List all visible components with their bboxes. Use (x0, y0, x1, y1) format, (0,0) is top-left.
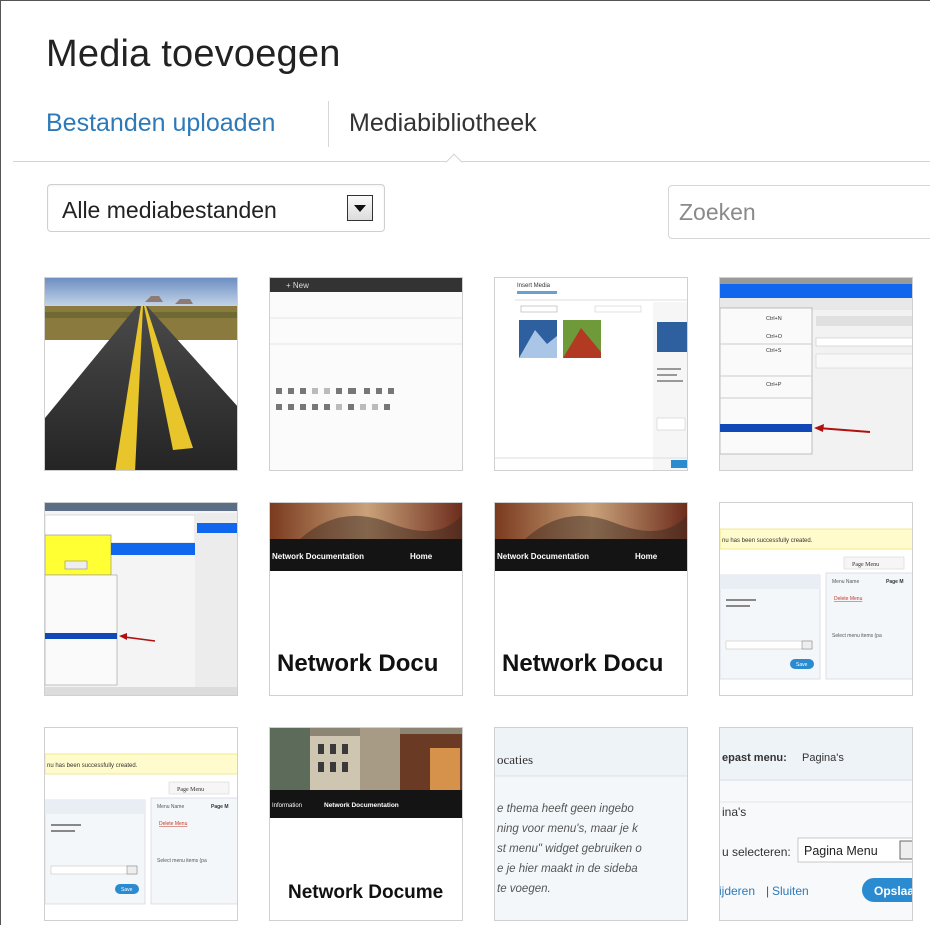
tab-media-library[interactable]: Mediabibliotheek (349, 109, 537, 138)
thumb-text: e thema heeft geen ingebo (497, 803, 634, 815)
thumb-text: Ctrl+S (766, 348, 782, 354)
attachment-thumbnail-website-1[interactable]: Network Documentation Home Network Docu (269, 502, 463, 696)
thumb-nav-text: Network Documentation (324, 802, 399, 809)
thumb-text: e je hier maakt in de sideba (497, 863, 638, 875)
chevron-down-icon[interactable] (347, 195, 373, 221)
thumb-text: Page Menu (177, 787, 204, 793)
thumb-heading: Network Docume (288, 882, 443, 903)
attachment-thumbnail-menus-1[interactable]: nu has been successfully created. Page M… (719, 502, 913, 696)
media-filter-select[interactable]: Alle mediabestanden (47, 184, 385, 232)
attachment-thumbnail-dialog[interactable] (44, 502, 238, 696)
active-tab-caret (445, 153, 463, 171)
search-input[interactable] (668, 185, 930, 239)
thumb-text: Select menu items (pa (157, 858, 207, 864)
thumb-nav-text: Home (635, 552, 658, 561)
thumb-text: nu has been successfully created. (722, 538, 813, 544)
attachment-thumbnail-locations[interactable]: ocaties e thema heeft geen ingebo ning v… (494, 727, 688, 921)
thumb-text: Menu Name (832, 579, 859, 585)
attachment-thumbnail-road-photo[interactable] (44, 277, 238, 471)
thumb-text: Sluiten (772, 884, 809, 898)
attachment-thumbnail-menus-2[interactable]: nu has been successfully created. Page M… (44, 727, 238, 921)
thumb-nav-text: Home (410, 552, 433, 561)
attachment-thumbnail-website-street[interactable]: Information Network Documentation Networ… (269, 727, 463, 921)
thumb-text: Select menu items (pa (832, 633, 882, 639)
thumb-text: Delete Menu (159, 821, 188, 827)
thumb-text: Ctrl+P (766, 382, 782, 388)
tab-underline (13, 161, 930, 162)
thumb-text: Pagina's (802, 752, 844, 764)
thumb-text: ijderen (720, 884, 755, 898)
attachment-thumbnail-website-2[interactable]: Network Documentation Home Network Docu (494, 502, 688, 696)
thumb-text: Pagina Menu (804, 844, 878, 858)
thumb-nav-text: Information (272, 803, 302, 809)
media-modal: Media toevoegen Bestanden uploaden Media… (0, 0, 930, 925)
attachment-thumbnail-menu[interactable]: Ctrl+N Ctrl+O Ctrl+S Ctrl+P (719, 277, 913, 471)
thumb-text: Save (121, 887, 133, 893)
thumb-text: Insert Media (517, 283, 551, 289)
thumb-heading: Network Docu (502, 650, 663, 677)
thumb-heading: Network Docu (277, 650, 438, 677)
thumb-text: ina's (722, 805, 746, 819)
thumb-text: Save (796, 662, 808, 668)
thumb-text: Menu Name (157, 804, 184, 810)
thumb-nav-text: Network Documentation (497, 552, 589, 561)
thumb-nav-text: Network Documentation (272, 552, 364, 561)
thumb-text: ocaties (497, 752, 533, 767)
thumb-text: Ctrl+N (766, 316, 782, 322)
thumb-text: epast menu: (722, 752, 787, 764)
thumb-text: ning voor menu's, maar je k (497, 823, 639, 835)
tab-upload-files[interactable]: Bestanden uploaden (46, 109, 275, 138)
attachment-thumbnail-custom-menu[interactable]: epast menu: Pagina's ina's u selecteren:… (719, 727, 913, 921)
media-filter-value: Alle mediabestanden (62, 197, 277, 223)
thumb-text: + New (286, 281, 309, 290)
thumb-text: Page M (886, 579, 904, 585)
thumb-text: st menu" widget gebruiken o (497, 843, 642, 855)
attachment-thumbnail-editor[interactable]: + New (269, 277, 463, 471)
tab-divider (328, 101, 329, 147)
thumb-text: u selecteren: (722, 845, 791, 859)
attachment-thumbnail-insert-media[interactable]: Insert Media (494, 277, 688, 471)
thumb-text: te voegen. (497, 883, 551, 895)
thumb-text: Delete Menu (834, 596, 863, 602)
thumb-text: Opslaa (874, 884, 913, 898)
modal-title: Media toevoegen (46, 33, 341, 75)
svg-text:|: | (766, 884, 769, 898)
thumb-text: Page M (211, 804, 229, 810)
thumb-text: nu has been successfully created. (47, 763, 138, 769)
thumb-text: Page Menu (852, 562, 879, 568)
thumb-text: Ctrl+O (766, 334, 783, 340)
